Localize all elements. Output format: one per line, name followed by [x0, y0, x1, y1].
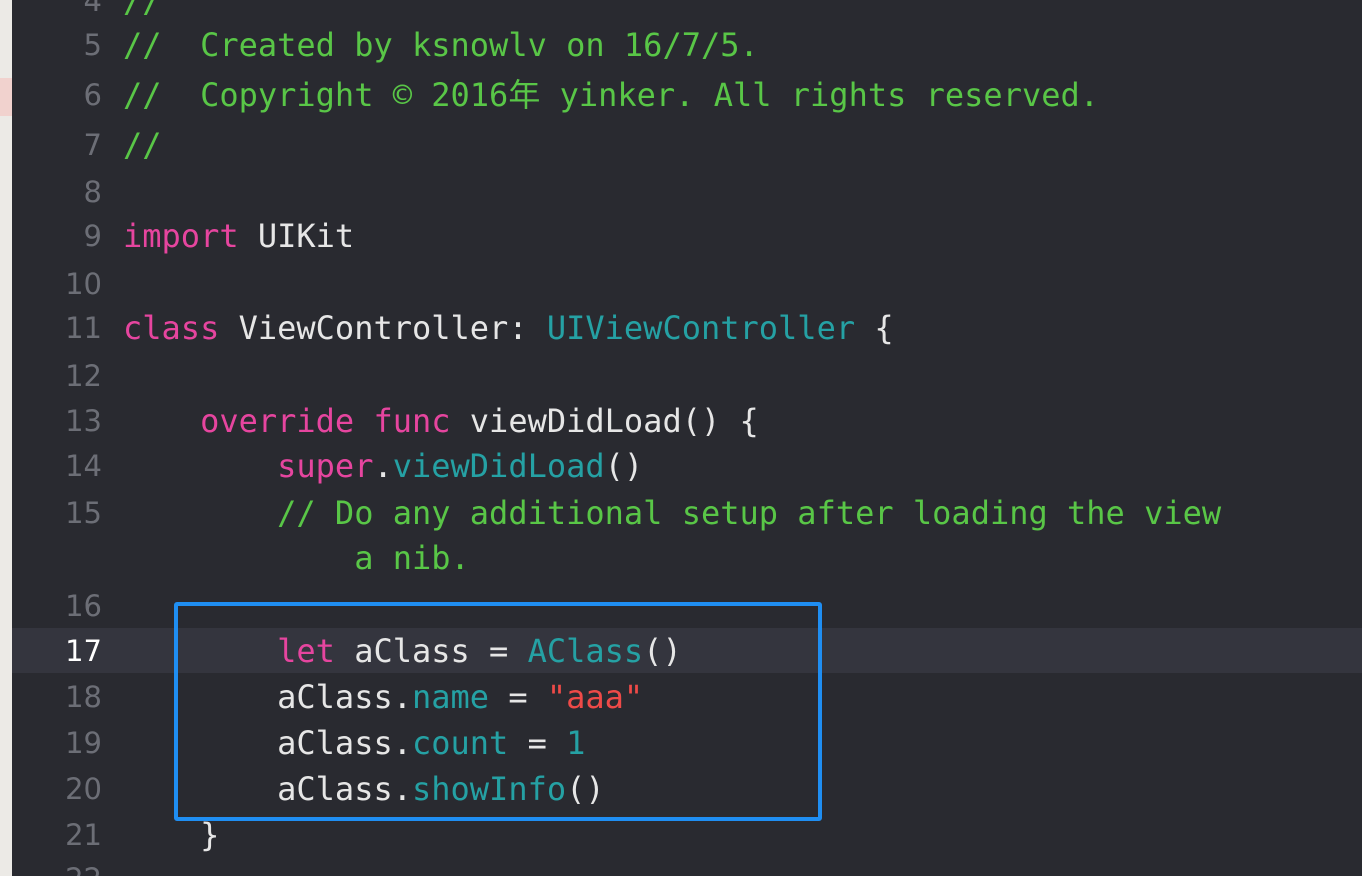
code-line[interactable]: 7 // [12, 122, 1362, 168]
code-line[interactable]: 9 import UIKit [12, 213, 1362, 259]
line-number: 13 [65, 404, 102, 438]
line-number: 22 [65, 856, 102, 876]
navigator-selection-mark [0, 78, 12, 116]
line-number: 20 [65, 772, 102, 806]
code-token: // Created by ksnowlv on 16/7/5. [123, 26, 759, 64]
line-number: 14 [65, 449, 102, 483]
code-line[interactable]: 12 [12, 353, 1362, 399]
line-number: 5 [83, 28, 102, 62]
line-number: 11 [65, 311, 102, 345]
code-text[interactable]: // Copyright © 2016年 yinker. All rights … [123, 72, 1099, 118]
code-text[interactable]: // [123, 122, 162, 168]
line-number: 15 [65, 496, 102, 530]
code-token: viewDidLoad [392, 447, 605, 485]
code-token: viewDidLoad() { [450, 402, 759, 440]
line-number: 8 [83, 175, 102, 209]
code-text[interactable]: // Do any additional setup after loading… [123, 490, 1221, 536]
line-number: 17 [65, 634, 102, 668]
code-text[interactable]: // [123, 0, 162, 24]
code-line[interactable]: 13 override func viewDidLoad() { [12, 398, 1362, 444]
code-token: super [277, 447, 374, 485]
line-number: 18 [65, 680, 102, 714]
code-text[interactable]: a nib. [123, 535, 470, 581]
annotation-highlight-box [174, 602, 822, 821]
line-number: 16 [65, 589, 102, 623]
code-line[interactable]: 6 // Copyright © 2016年 yinker. All rights… [12, 72, 1362, 118]
line-number: 9 [83, 219, 102, 253]
code-token: func [373, 402, 451, 440]
code-token: ViewController: [219, 309, 547, 347]
code-line[interactable]: 22 [12, 856, 1362, 876]
code-text[interactable]: super.viewDidLoad() [123, 443, 643, 489]
code-token: // [123, 126, 162, 164]
code-token: override [200, 402, 355, 440]
code-line[interactable]: 15 // Do any additional setup after load… [12, 490, 1362, 536]
code-line[interactable]: 14 super.viewDidLoad() [12, 443, 1362, 489]
code-line[interactable]: 5 // Created by ksnowlv on 16/7/5. [12, 22, 1362, 68]
code-token: // Do any additional setup after loading… [123, 494, 1222, 532]
line-number: 7 [83, 128, 102, 162]
code-text[interactable]: // Created by ksnowlv on 16/7/5. [123, 22, 759, 68]
line-number: 10 [65, 267, 102, 301]
navigator-edge [0, 0, 12, 876]
line-number: 21 [65, 818, 102, 852]
code-text[interactable]: override func viewDidLoad() { [123, 398, 759, 444]
code-editor[interactable]: 4 // 5 // Created by ksnowlv on 16/7/5. 6 // … [0, 0, 1362, 876]
line-number: 6 [83, 78, 102, 112]
line-number: 19 [65, 726, 102, 760]
code-token: { [855, 309, 894, 347]
code-token: } [123, 816, 220, 854]
line-number: 12 [65, 359, 102, 393]
code-token: UIKit [238, 217, 355, 255]
code-line[interactable]: a nib. [12, 535, 1362, 581]
code-token: class [123, 309, 220, 347]
code-line[interactable]: 11 class ViewController: UIViewController… [12, 305, 1362, 351]
code-line[interactable]: 8 [12, 169, 1362, 215]
code-token: () [604, 447, 644, 485]
code-token: a nib. [123, 539, 470, 577]
line-number: 4 [83, 0, 102, 18]
code-text[interactable]: class ViewController: UIViewController { [123, 305, 894, 351]
code-token: UIViewController [546, 309, 856, 347]
code-token: . [373, 447, 393, 485]
code-token: // [123, 0, 162, 20]
code-text[interactable]: import UIKit [123, 213, 354, 259]
code-token: // Copyright © 2016年 yinker. All rights … [123, 76, 1100, 114]
code-line[interactable]: 4 // [12, 0, 1362, 24]
code-token: import [123, 217, 239, 255]
code-line[interactable]: 10 [12, 261, 1362, 307]
